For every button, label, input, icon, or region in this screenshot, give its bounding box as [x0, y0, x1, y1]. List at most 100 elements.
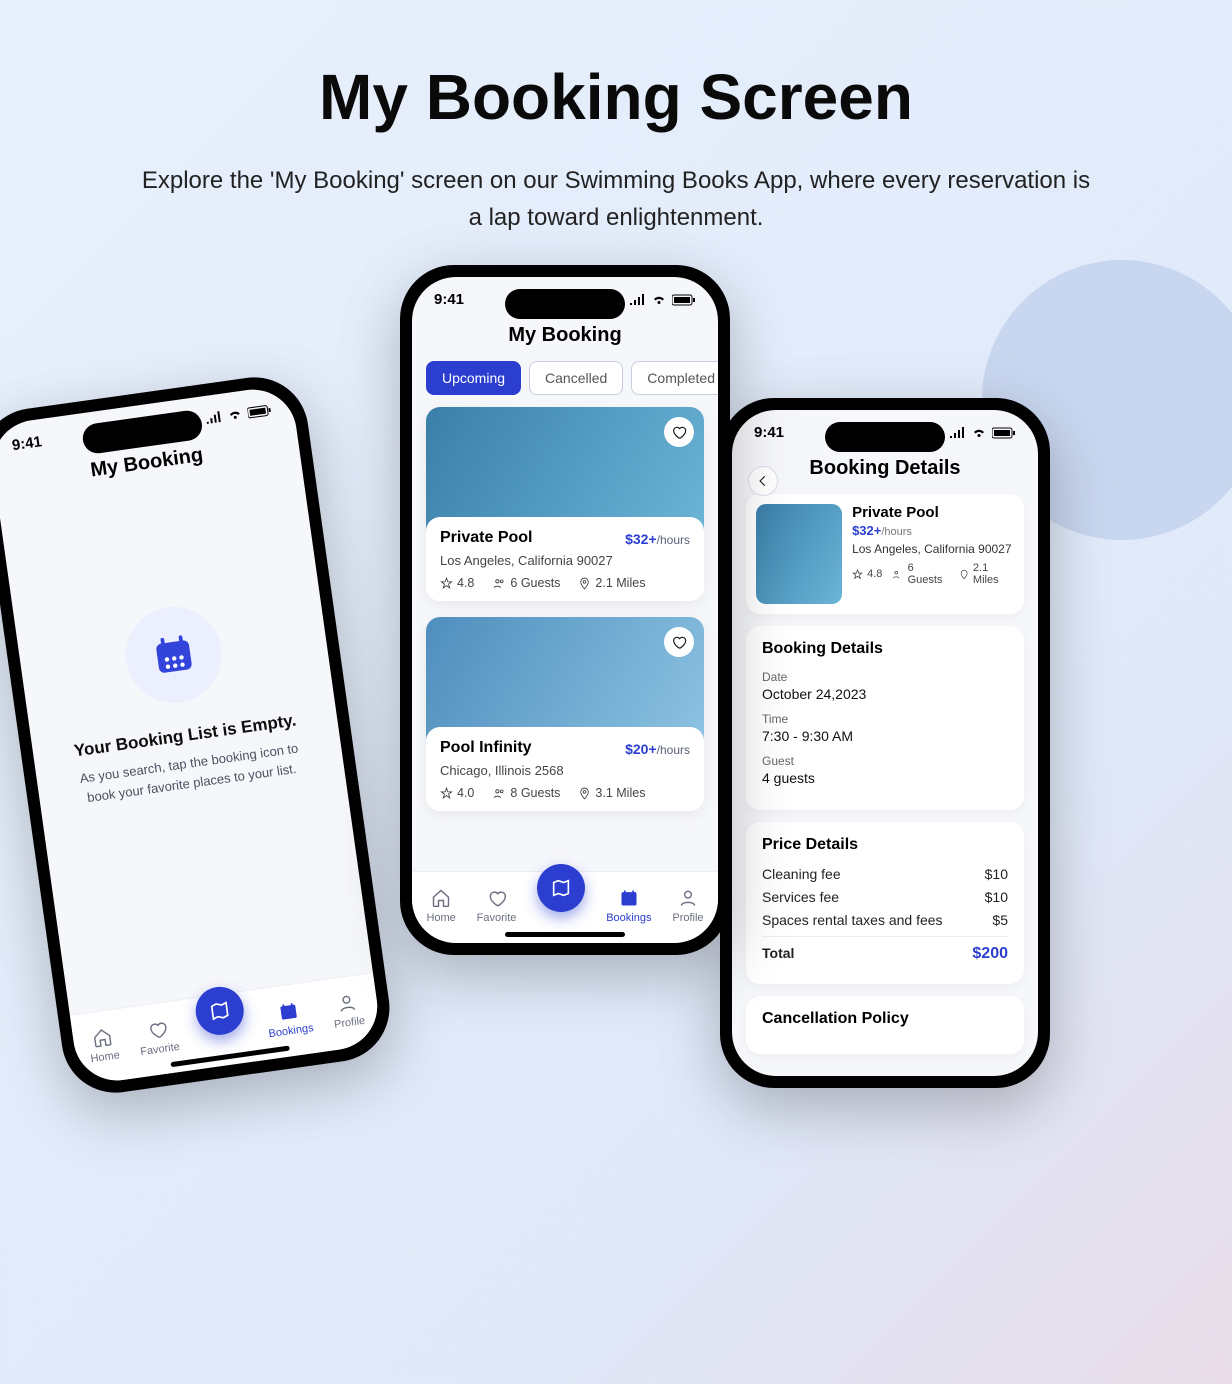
nav-profile-label: Profile — [333, 1015, 366, 1031]
page-subtitle: Explore the 'My Booking' screen on our S… — [140, 162, 1092, 236]
guests-icon — [492, 577, 506, 590]
taxes-value: $5 — [992, 912, 1008, 928]
time-label: Time — [762, 712, 1008, 726]
heart-icon — [671, 424, 687, 440]
summary-title: Private Pool — [852, 504, 1014, 521]
chevron-left-icon — [756, 474, 770, 488]
battery-icon — [992, 427, 1016, 439]
tab-completed[interactable]: Completed — [631, 361, 718, 395]
nav-favorite-label: Favorite — [477, 912, 517, 924]
star-icon — [852, 569, 863, 580]
summary-meta: 4.8 6 Guests 2.1 Miles — [852, 562, 1014, 586]
nav-profile[interactable]: Profile — [672, 887, 703, 924]
guests-icon — [492, 787, 506, 800]
rating: 4.0 — [457, 786, 474, 800]
empty-calendar-icon — [120, 601, 228, 709]
date-label: Date — [762, 670, 1008, 684]
nav-home[interactable]: Home — [426, 887, 455, 924]
nav-profile[interactable]: Profile — [330, 990, 366, 1031]
heart-icon — [486, 887, 508, 909]
star-icon — [440, 577, 453, 590]
star-icon — [440, 787, 453, 800]
nav-fab[interactable] — [537, 864, 585, 912]
screen-title: Booking Details — [732, 457, 1038, 480]
calendar-icon — [618, 887, 640, 909]
wifi-icon — [226, 407, 244, 421]
wifi-icon — [971, 427, 987, 439]
nav-favorite-label: Favorite — [140, 1041, 181, 1058]
back-button[interactable] — [748, 466, 778, 496]
page-title: My Booking Screen — [140, 60, 1092, 134]
phone-notch — [505, 289, 625, 319]
map-icon — [550, 877, 572, 899]
distance: 2.1 Miles — [595, 576, 645, 590]
nav-favorite[interactable]: Favorite — [136, 1016, 181, 1058]
services-label: Services fee — [762, 889, 839, 905]
booking-price: $20+/hours — [625, 741, 690, 757]
page-header: My Booking Screen Explore the 'My Bookin… — [0, 0, 1232, 266]
home-icon — [90, 1025, 115, 1050]
status-time: 9:41 — [11, 433, 43, 454]
guests: 8 Guests — [510, 786, 560, 800]
pin-icon — [959, 569, 969, 580]
nav-fab[interactable] — [193, 983, 247, 1037]
booking-tabs: Upcoming Cancelled Completed — [412, 361, 718, 407]
distance: 3.1 Miles — [595, 786, 645, 800]
signal-icon — [629, 294, 646, 306]
tab-upcoming[interactable]: Upcoming — [426, 361, 521, 395]
price-details-heading: Price Details — [762, 836, 1008, 854]
nav-bookings[interactable]: Bookings — [606, 887, 651, 924]
booking-card[interactable]: Private Pool $32+/hours Los Angeles, Cal… — [426, 407, 704, 601]
date-value: October 24,2023 — [762, 686, 1008, 702]
booking-summary-card[interactable]: Private Pool $32+/hours Los Angeles, Cal… — [746, 494, 1024, 614]
home-icon — [430, 887, 452, 909]
nav-profile-label: Profile — [672, 912, 703, 924]
home-indicator — [505, 932, 625, 937]
cancellation-heading: Cancellation Policy — [762, 1010, 1008, 1028]
nav-bookings-label: Bookings — [606, 912, 651, 924]
pin-icon — [578, 787, 591, 800]
bottom-nav: Home Favorite Bookings Profile — [70, 972, 383, 1086]
cancellation-section: Cancellation Policy — [746, 996, 1024, 1054]
status-time: 9:41 — [754, 424, 784, 441]
booking-price: $32+/hours — [625, 531, 690, 547]
nav-home-label: Home — [90, 1049, 121, 1065]
heart-icon — [145, 1017, 170, 1042]
favorite-button[interactable] — [664, 417, 694, 447]
summary-location: Los Angeles, California 90027 — [852, 542, 1014, 556]
pin-icon — [578, 577, 591, 590]
signal-icon — [949, 427, 966, 439]
nav-bookings-label: Bookings — [268, 1022, 314, 1040]
nav-home[interactable]: Home — [86, 1025, 120, 1066]
nav-home-label: Home — [426, 912, 455, 924]
total-value: $200 — [972, 945, 1008, 963]
cleaning-value: $10 — [985, 866, 1008, 882]
booking-details-section: Booking Details DateOctober 24,2023 Time… — [746, 626, 1024, 810]
time-value: 7:30 - 9:30 AM — [762, 728, 1008, 744]
screen-title: My Booking — [412, 324, 718, 347]
heart-icon — [671, 634, 687, 650]
favorite-button[interactable] — [664, 627, 694, 657]
wifi-icon — [651, 294, 667, 306]
phone-mock-list: 9:41 My Booking Upcoming Cancelled Compl… — [400, 265, 730, 955]
rating: 4.8 — [457, 576, 474, 590]
price-details-section: Price Details Cleaning fee$10 Services f… — [746, 822, 1024, 984]
guests-icon — [892, 569, 903, 580]
guest-value: 4 guests — [762, 770, 1008, 786]
booking-meta: 4.8 6 Guests 2.1 Miles — [440, 576, 690, 590]
nav-favorite[interactable]: Favorite — [477, 887, 517, 924]
battery-icon — [672, 294, 696, 306]
summary-image — [756, 504, 842, 604]
status-time: 9:41 — [434, 291, 464, 308]
summary-price: $32+/hours — [852, 523, 1014, 538]
guest-label: Guest — [762, 754, 1008, 768]
tab-cancelled[interactable]: Cancelled — [529, 361, 623, 395]
divider — [762, 936, 1008, 937]
signal-icon — [204, 410, 223, 424]
guests: 6 Guests — [510, 576, 560, 590]
profile-icon — [334, 991, 359, 1016]
battery-icon — [247, 403, 272, 418]
nav-bookings[interactable]: Bookings — [264, 997, 314, 1040]
phone-mock-empty: 9:41 My Booking Your Booking List is Emp… — [0, 370, 396, 1099]
booking-card[interactable]: Pool Infinity $20+/hours Chicago, Illino… — [426, 617, 704, 811]
